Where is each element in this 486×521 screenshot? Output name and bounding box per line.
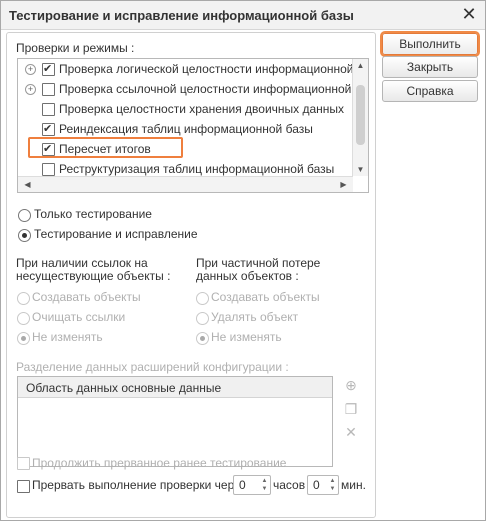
scroll-right-icon[interactable]: ▶ xyxy=(336,180,351,189)
radio-label: Только тестирование xyxy=(34,207,152,221)
radio-label: Не изменять xyxy=(32,330,103,344)
extensions-label: Разделение данных расширений конфигураци… xyxy=(16,360,289,374)
spin-down-icon[interactable]: ▼ xyxy=(328,485,337,493)
check-reference[interactable] xyxy=(42,83,55,96)
table-header: Область данных основные данные xyxy=(18,377,332,398)
radio-label: Создавать объекты xyxy=(32,290,141,304)
check-row-logical[interactable]: + Проверка логической целостности информ… xyxy=(18,59,368,79)
hours-label: часов xyxy=(273,478,306,492)
spin-up-icon[interactable]: ▲ xyxy=(328,477,337,485)
window-title: Тестирование и исправление информационно… xyxy=(9,8,354,23)
scroll-down-icon[interactable]: ▼ xyxy=(353,165,368,174)
checkbox-interrupt[interactable] xyxy=(17,480,30,493)
check-label: Реиндексация таблиц информационной базы xyxy=(59,122,313,136)
radio-create-objects[interactable] xyxy=(17,292,30,305)
radio-label: Удалять объект xyxy=(211,310,299,324)
refs-left-label: При наличии ссылок на xyxy=(16,256,148,270)
scroll-up-icon[interactable]: ▲ xyxy=(353,61,368,70)
radio-delete-object[interactable] xyxy=(196,312,209,325)
help-button[interactable]: Справка xyxy=(382,80,478,102)
copy-icon[interactable]: ❐ xyxy=(343,401,359,417)
radio-create-objects-right[interactable] xyxy=(196,292,209,305)
run-button[interactable]: Выполнить xyxy=(382,33,478,55)
title-bar: Тестирование и исправление информационно… xyxy=(1,1,485,30)
interrupt-label: Прервать выполнение проверки через xyxy=(32,478,247,492)
radio-label: Создавать объекты xyxy=(211,290,320,304)
column-header: Область данных основные данные xyxy=(26,381,222,395)
scroll-left-icon[interactable]: ◀ xyxy=(20,180,35,189)
extensions-table[interactable]: Область данных основные данные xyxy=(17,376,333,467)
radio-label: Тестирование и исправление xyxy=(34,227,198,241)
check-row-reference[interactable]: + Проверка ссылочной целостности информа… xyxy=(18,79,368,99)
check-reindex[interactable] xyxy=(42,122,55,136)
expand-icon[interactable]: + xyxy=(25,84,36,95)
horizontal-scrollbar[interactable]: ◀ ▶ xyxy=(18,176,353,192)
hours-value: 0 xyxy=(239,478,246,492)
refs-right-label: При частичной потере xyxy=(196,256,321,270)
expand-icon[interactable]: + xyxy=(25,64,36,75)
minutes-stepper[interactable]: 0 ▲ ▼ xyxy=(307,475,339,495)
radio-label: Очищать ссылки xyxy=(32,310,126,324)
dialog-window: Тестирование и исправление информационно… xyxy=(0,0,486,521)
minutes-label: мин. xyxy=(341,478,366,492)
check-label: Реструктуризация таблиц информационной б… xyxy=(59,162,335,176)
check-row-binary[interactable]: Проверка целостности хранения двоичных д… xyxy=(18,99,352,119)
refs-left-label: несуществующие объекты : xyxy=(16,269,171,283)
checkbox-continue[interactable] xyxy=(17,457,30,470)
radio-test-and-fix[interactable] xyxy=(18,229,31,242)
radio-no-change-left[interactable] xyxy=(17,332,30,345)
spin-down-icon[interactable]: ▼ xyxy=(260,485,269,493)
radio-clear-refs[interactable] xyxy=(17,312,30,325)
check-label: Проверка логической целостности информац… xyxy=(59,62,369,76)
check-logical[interactable] xyxy=(42,62,55,76)
add-icon[interactable]: ⊕ xyxy=(343,377,359,393)
checks-list[interactable]: + Проверка логической целостности информ… xyxy=(17,58,369,193)
check-binary[interactable] xyxy=(42,103,55,116)
check-label: Проверка целостности хранения двоичных д… xyxy=(59,102,345,116)
check-label: Проверка ссылочной целостности информаци… xyxy=(59,82,369,96)
radio-no-change-right[interactable] xyxy=(196,332,209,345)
continue-label: Продолжить прерванное ранее тестирование xyxy=(32,456,287,470)
refs-right-label: данных объектов : xyxy=(196,269,299,283)
checks-label: Проверки и режимы : xyxy=(16,41,135,55)
vertical-scrollbar[interactable]: ▲ ▼ xyxy=(352,59,368,176)
check-restructure[interactable] xyxy=(42,163,55,176)
minutes-value: 0 xyxy=(313,478,320,492)
radio-label: Не изменять xyxy=(211,330,282,344)
highlight-frame xyxy=(28,137,183,158)
radio-test-only[interactable] xyxy=(18,209,31,222)
delete-icon[interactable]: ✕ xyxy=(343,424,359,440)
spin-up-icon[interactable]: ▲ xyxy=(260,477,269,485)
close-button[interactable]: Закрыть xyxy=(382,56,478,78)
close-icon[interactable]: ✕ xyxy=(459,4,479,24)
hours-stepper[interactable]: 0 ▲ ▼ xyxy=(233,475,271,495)
check-row-reindex[interactable]: Реиндексация таблиц информационной базы xyxy=(18,119,352,139)
scroll-thumb[interactable] xyxy=(356,85,365,145)
